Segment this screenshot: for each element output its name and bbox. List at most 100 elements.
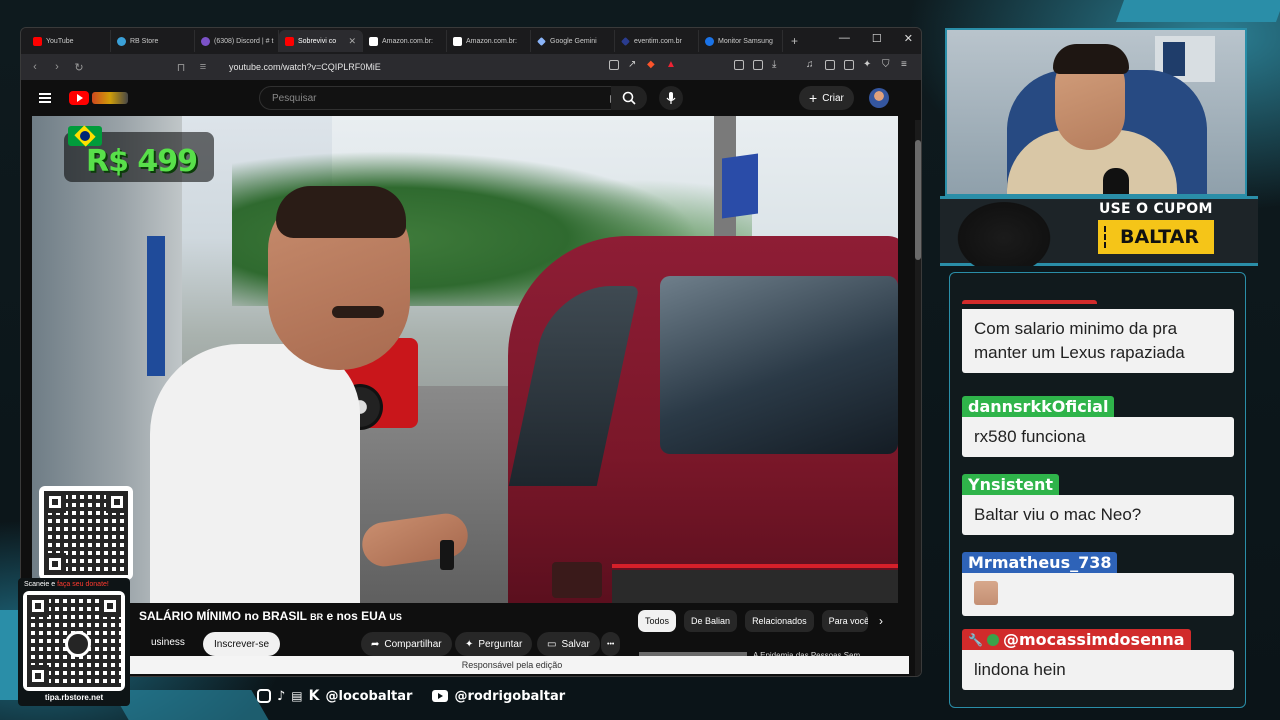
video-person-shirt: [150, 344, 360, 603]
qr-caption-accent: faça seu donate!: [57, 581, 109, 588]
address-bar: ‹ › ↻ ⊓ ≡ youtube.com/watch?v=CQIPLRF0Mi…: [21, 54, 921, 80]
share-icon[interactable]: ↗: [628, 60, 638, 70]
social-handles: ♪ ▤ K @locobaltar @rodrigobaltar: [257, 688, 565, 704]
video-car-bumper: [612, 570, 898, 603]
back-icon[interactable]: ‹: [29, 61, 41, 73]
qr-finder: [44, 491, 66, 513]
create-button[interactable]: + Criar: [799, 86, 854, 110]
search-button[interactable]: [611, 86, 647, 110]
chat-text: rx580 funciona: [962, 417, 1234, 457]
tab-discord[interactable]: (6308) Discord | # t: [195, 30, 279, 52]
chat-text: Baltar viu o mac Neo?: [962, 495, 1234, 535]
tab-label: YouTube: [46, 37, 74, 45]
tiktok-icon: ♪: [277, 688, 286, 704]
amazon-favicon-icon: [453, 36, 462, 46]
coupon-label: USE O CUPOM: [1099, 201, 1213, 217]
webcam-feed: [945, 28, 1247, 196]
tab-amazon-2[interactable]: Amazon.com.br:: [447, 30, 531, 52]
twitch-icon: ▤: [291, 689, 303, 703]
account-avatar[interactable]: [869, 88, 889, 108]
leo-ai-icon[interactable]: ✦: [863, 60, 873, 70]
coupon-code: BALTAR: [1098, 220, 1214, 254]
chat-message: 🔧 @mocassimdosenna lindona hein: [962, 629, 1234, 690]
qr-finder: [99, 595, 121, 617]
youtube-doodle[interactable]: [92, 92, 128, 104]
toolbar-spacer: [791, 60, 797, 70]
microphone-icon: [666, 92, 676, 104]
tab-youtube[interactable]: YouTube: [27, 30, 111, 52]
chat-username: Mrmatheus_738: [962, 552, 1118, 573]
brave-rewards-icon[interactable]: ▲: [666, 60, 676, 70]
url-field[interactable]: youtube.com/watch?v=CQIPLRF0MiE: [229, 62, 381, 72]
tab-eventim[interactable]: eventim.com.br: [615, 30, 699, 52]
qr-finder: [106, 491, 128, 513]
sidebar-icon[interactable]: [825, 60, 835, 70]
site-settings-icon[interactable]: ≡: [197, 61, 209, 73]
cast-icon[interactable]: [609, 60, 619, 70]
chat-text: [962, 573, 1234, 616]
youtube-logo-icon[interactable]: [69, 91, 89, 105]
extensions-icon[interactable]: [734, 60, 744, 70]
chip-from-channel[interactable]: De Balian: [684, 610, 738, 632]
video-person-mustache: [332, 306, 384, 318]
tab-rb-store[interactable]: RB Store: [111, 30, 195, 52]
tab-gemini[interactable]: Google Gemini: [531, 30, 615, 52]
minimize-icon[interactable]: —: [839, 32, 850, 45]
new-tab-button[interactable]: +: [791, 34, 798, 48]
qr-finder: [44, 553, 66, 575]
toolbar-spacer: [685, 60, 725, 70]
title-br-flag: BR: [310, 612, 324, 622]
page-scrollbar[interactable]: [915, 120, 921, 676]
chip-all[interactable]: Todos: [638, 610, 677, 632]
tab-label: (6308) Discord | # t: [214, 37, 274, 45]
chevron-right-icon[interactable]: ›: [879, 614, 883, 628]
chat-message: Com salario minimo da pra manter um Lexu…: [962, 291, 1234, 373]
hamburger-menu-icon[interactable]: [39, 93, 51, 103]
tab-active-video[interactable]: Sobrevivi co ✕: [279, 30, 363, 52]
brave-shield-icon[interactable]: ◆: [647, 60, 657, 70]
chat-text: Com salario minimo da pra manter um Lexu…: [962, 309, 1234, 373]
youtube-favicon-icon: [285, 36, 294, 46]
samsung-favicon-icon: [705, 36, 714, 46]
maximize-icon[interactable]: ☐: [872, 32, 882, 45]
save-button[interactable]: ▭ Salvar: [537, 632, 600, 656]
tab-label: Amazon.com.br:: [382, 37, 433, 45]
chat-message: Ynsistent Baltar viu o mac Neo?: [962, 474, 1234, 535]
youtube-page: Pesquisar + Criar R$ 499 SALÁRIO MÍNIMO …: [21, 80, 921, 676]
amazon-favicon-icon: [369, 36, 378, 46]
forward-icon[interactable]: ›: [51, 61, 63, 73]
vpn-icon[interactable]: ⛉: [882, 60, 892, 70]
subscribe-button[interactable]: Inscrever-se: [203, 632, 281, 656]
voice-search-button[interactable]: [659, 86, 683, 110]
scrollbar-thumb[interactable]: [915, 140, 921, 260]
instagram-icon: [257, 689, 271, 703]
reload-icon[interactable]: ↻: [73, 61, 85, 74]
tab-samsung[interactable]: Monitor Samsung: [699, 30, 783, 52]
screenshot-icon[interactable]: [753, 60, 763, 70]
more-actions-button[interactable]: •••: [601, 632, 621, 656]
video-player[interactable]: R$ 499: [32, 116, 898, 603]
close-tab-icon[interactable]: ✕: [348, 36, 356, 47]
search-input[interactable]: Pesquisar: [259, 86, 631, 110]
chip-for-you[interactable]: Para você: [821, 610, 868, 632]
download-icon[interactable]: ⤓: [772, 60, 782, 70]
video-car-taillight: [552, 562, 602, 598]
chip-related[interactable]: Relacionados: [745, 610, 814, 632]
close-window-icon[interactable]: ✕: [904, 32, 913, 45]
channel-name[interactable]: usiness: [151, 637, 185, 648]
qr-caption-prefix: Scaneie e: [24, 581, 58, 588]
tab-label: Amazon.com.br:: [466, 37, 517, 45]
video-car-stripe: [612, 564, 898, 568]
wallet-icon[interactable]: [844, 60, 854, 70]
tab-label: Sobrevivi co: [298, 37, 337, 45]
share-button[interactable]: ➦ Compartilhar: [361, 632, 452, 656]
menu-icon[interactable]: ≡: [901, 60, 911, 70]
ask-button[interactable]: ✦ Perguntar: [455, 632, 533, 656]
youtube-social-icon: [432, 690, 449, 702]
tab-amazon-1[interactable]: Amazon.com.br:: [363, 30, 447, 52]
music-icon[interactable]: ♫: [806, 60, 816, 70]
qr-finder: [27, 595, 49, 617]
bookmark-icon[interactable]: ⊓: [175, 61, 187, 74]
video-person-hair: [276, 186, 406, 238]
share-icon: ➦: [371, 638, 380, 650]
